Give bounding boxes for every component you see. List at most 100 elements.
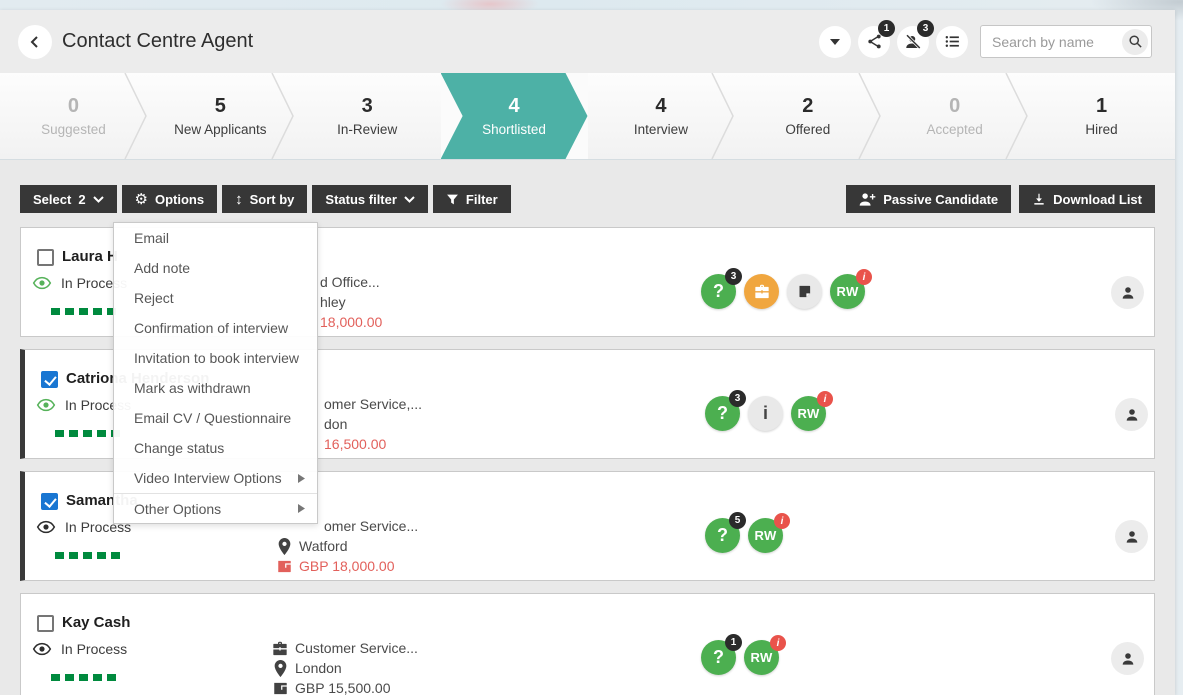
questionnaire-badge[interactable]: ?3 xyxy=(701,274,736,309)
funnel-icon xyxy=(446,193,459,206)
submenu-arrow-icon xyxy=(298,504,305,513)
pipeline-stage-suggested[interactable]: 0 Suggested xyxy=(0,73,147,159)
page-title: Contact Centre Agent xyxy=(62,30,253,53)
note-badge[interactable] xyxy=(787,274,822,309)
menu-item-label: Email xyxy=(134,230,169,246)
questionnaire-badge[interactable]: ?1 xyxy=(701,640,736,675)
stage-label: Accepted xyxy=(927,122,983,137)
pipeline-stage-new-applicants[interactable]: 5 New Applicants xyxy=(147,73,294,159)
menu-item-email[interactable]: Email xyxy=(114,223,317,253)
candidate-checkbox[interactable] xyxy=(37,249,54,266)
pipeline-stage-interview[interactable]: 4 Interview xyxy=(588,73,735,159)
toolbar-right: Passive Candidate Download List xyxy=(838,185,1155,213)
candidate-checkbox[interactable] xyxy=(37,615,54,632)
menu-item-mark-as-withdrawn[interactable]: Mark as withdrawn xyxy=(114,373,317,403)
menu-item-label: Email CV / Questionnaire xyxy=(134,410,291,426)
menu-item-email-cv-questionnaire[interactable]: Email CV / Questionnaire xyxy=(114,403,317,433)
search-box xyxy=(980,25,1152,58)
candidate-badges: ?3 RWi xyxy=(701,274,865,309)
status-filter-button[interactable]: Status filter xyxy=(312,185,428,213)
menu-item-other-options[interactable]: Other Options xyxy=(114,493,317,523)
pipeline-stage-offered[interactable]: 2 Offered xyxy=(734,73,881,159)
stage-count: 2 xyxy=(802,95,813,117)
profile-rw-badge[interactable]: RWi xyxy=(744,640,779,675)
detail-line: Customer Service... xyxy=(272,638,418,658)
candidate-badges: ?1RWi xyxy=(701,640,779,675)
menu-item-change-status[interactable]: Change status xyxy=(114,433,317,463)
pipeline-stage-shortlisted[interactable]: 4 Shortlisted xyxy=(441,73,588,159)
avatar[interactable] xyxy=(1115,398,1148,431)
menu-item-add-note[interactable]: Add note xyxy=(114,253,317,283)
detail-line: GBP 18,000.00 xyxy=(276,556,418,576)
header-actions: 1 3 xyxy=(812,25,1152,58)
avatar[interactable] xyxy=(1111,276,1144,309)
search-input[interactable] xyxy=(981,34,1122,50)
more-actions-caret-button[interactable] xyxy=(819,26,851,58)
menu-item-invitation-to-book-interview[interactable]: Invitation to book interview xyxy=(114,343,317,373)
stage-label: Shortlisted xyxy=(482,122,546,137)
candidate-details: Customer Service...LondonGBP 15,500.00 xyxy=(272,638,418,695)
menu-item-confirmation-of-interview[interactable]: Confirmation of interview xyxy=(114,313,317,343)
options-label: Options xyxy=(155,192,204,207)
pipeline-stage-in-review[interactable]: 3 In-Review xyxy=(294,73,441,159)
profile-rw-badge[interactable]: RWi xyxy=(748,518,783,553)
menu-item-reject[interactable]: Reject xyxy=(114,283,317,313)
list-icon xyxy=(944,33,961,50)
briefcase-icon xyxy=(272,641,288,656)
chevron-down-icon xyxy=(93,196,104,203)
count-badge: 1 xyxy=(725,634,742,651)
submenu-arrow-icon xyxy=(298,474,305,483)
search-button[interactable] xyxy=(1122,29,1148,55)
caret-down-icon xyxy=(830,39,840,45)
menu-item-video-interview-options[interactable]: Video Interview Options xyxy=(114,463,317,493)
candidate-badges: ?3iRWi xyxy=(705,396,826,431)
download-icon xyxy=(1032,192,1046,206)
pipeline-stage-accepted[interactable]: 0 Accepted xyxy=(881,73,1028,159)
profile-rw-badge[interactable]: RWi xyxy=(830,274,865,309)
stage-count: 0 xyxy=(949,95,960,117)
person-plus-icon xyxy=(859,192,876,207)
options-button[interactable]: ⚙ Options xyxy=(122,185,218,213)
stage-label: Interview xyxy=(634,122,688,137)
questionnaire-badge[interactable]: ?5 xyxy=(705,518,740,553)
pipeline-stage-hired[interactable]: 1 Hired xyxy=(1028,73,1175,159)
info-badge[interactable]: i xyxy=(748,396,783,431)
list-view-button[interactable] xyxy=(936,26,968,58)
select-count: 2 xyxy=(78,192,85,207)
toolbar: Select 2 ⚙ Options ↕ Sort by Status filt… xyxy=(20,185,1155,213)
back-button[interactable] xyxy=(18,25,52,59)
candidate-checkbox[interactable] xyxy=(41,493,58,510)
download-list-label: Download List xyxy=(1053,192,1142,207)
stage-label: New Applicants xyxy=(174,122,266,137)
passive-candidate-button[interactable]: Passive Candidate xyxy=(846,185,1011,213)
candidate-row[interactable]: Kay Cash In Process Customer Service...L… xyxy=(20,593,1155,695)
filter-button[interactable]: Filter xyxy=(433,185,511,213)
excluded-count-badge: 3 xyxy=(917,20,934,37)
candidate-name[interactable]: Laura H xyxy=(62,248,118,265)
candidate-details: omer Service...WatfordGBP 18,000.00 xyxy=(276,516,418,576)
sort-by-button[interactable]: ↕ Sort by xyxy=(222,185,307,213)
avatar[interactable] xyxy=(1115,520,1148,553)
avatar[interactable] xyxy=(1111,642,1144,675)
menu-item-label: Invitation to book interview xyxy=(134,350,299,366)
detail-line: London xyxy=(272,658,418,678)
menu-item-label: Mark as withdrawn xyxy=(134,380,251,396)
info-flag-badge: i xyxy=(856,269,872,285)
stage-count: 0 xyxy=(68,95,79,117)
briefcase-badge[interactable] xyxy=(744,274,779,309)
profile-rw-badge[interactable]: RWi xyxy=(791,396,826,431)
progress-dots xyxy=(55,552,120,559)
eye-icon xyxy=(32,276,52,290)
pipeline-stages: 0 Suggested 5 New Applicants 3 In-Review… xyxy=(0,73,1175,160)
options-dropdown-menu: Email Add note Reject Confirmation of in… xyxy=(113,222,318,524)
stage-label: Hired xyxy=(1085,122,1117,137)
candidate-name[interactable]: Kay Cash xyxy=(62,614,130,631)
stage-label: In-Review xyxy=(337,122,397,137)
menu-item-label: Video Interview Options xyxy=(134,470,282,486)
search-icon xyxy=(1128,34,1143,49)
questionnaire-badge[interactable]: ?3 xyxy=(705,396,740,431)
count-badge: 5 xyxy=(729,512,746,529)
download-list-button[interactable]: Download List xyxy=(1019,185,1155,213)
select-button[interactable]: Select 2 xyxy=(20,185,117,213)
candidate-checkbox[interactable] xyxy=(41,371,58,388)
